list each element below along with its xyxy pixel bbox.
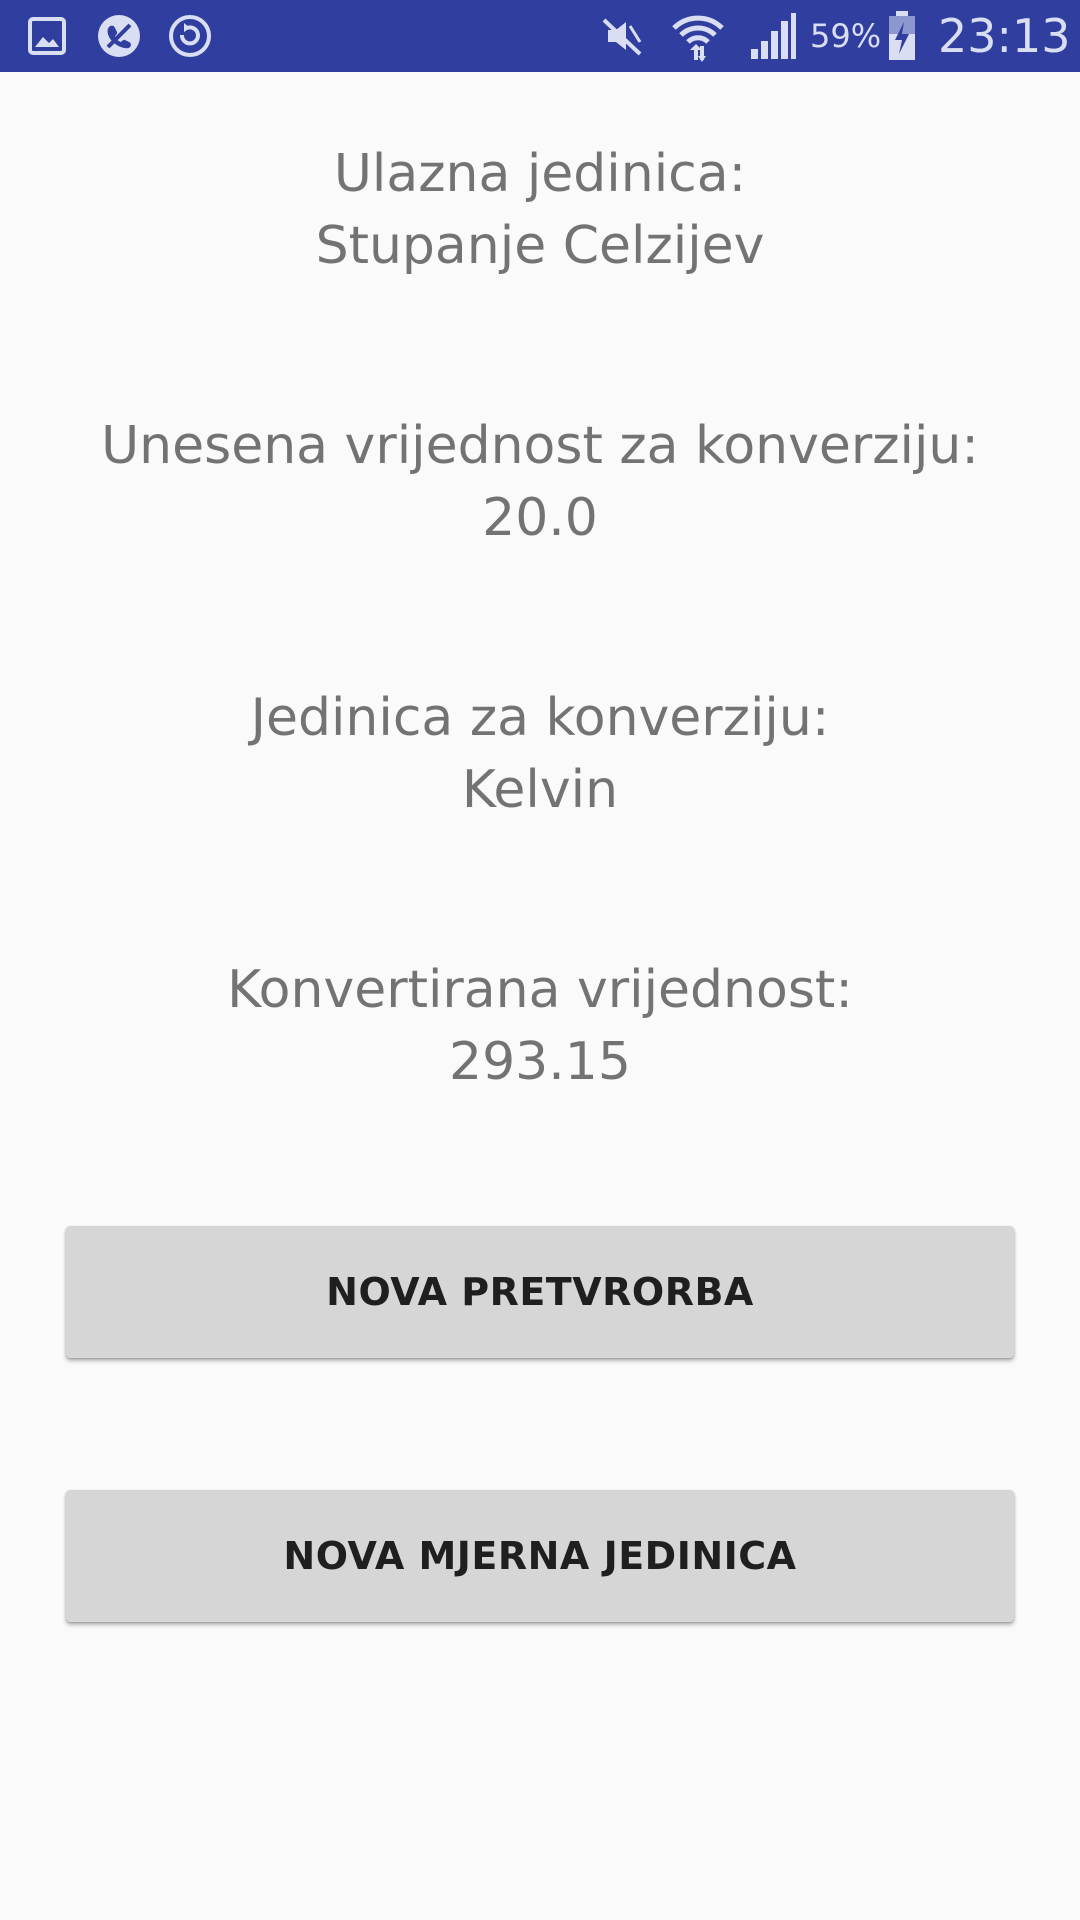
target-unit-value: Kelvin: [461, 760, 619, 820]
clock: 23:13: [938, 9, 1071, 63]
wifi-icon: [668, 0, 728, 72]
converted-value: 293.15: [449, 1032, 631, 1092]
status-bar: 59% 23:13: [0, 0, 1080, 72]
input-unit-value: Stupanje Celzijev: [315, 216, 765, 276]
new-unit-button[interactable]: NOVA MJERNA JEDINICA: [66, 1490, 1014, 1622]
gallery-icon: [22, 0, 72, 72]
target-unit-label: Jedinica za konverziju:: [250, 688, 830, 748]
target-unit-section: Jedinica za konverziju: Kelvin: [0, 682, 1080, 826]
entered-value-label: Unesena vrijednost za konverziju:: [101, 416, 979, 476]
sync-icon: [164, 0, 216, 72]
converted-value-label: Konvertirana vrijednost:: [227, 960, 853, 1020]
new-conversion-button[interactable]: NOVA PRETVRORBA: [66, 1226, 1014, 1358]
entered-value: 20.0: [482, 488, 598, 548]
blocked-call-icon: [93, 0, 145, 72]
converted-value-section: Konvertirana vrijednost: 293.15: [0, 954, 1080, 1098]
input-unit-label: Ulazna jedinica:: [333, 144, 747, 204]
conversion-result-screen: Ulazna jedinica: Stupanje Celzijev Unese…: [0, 72, 1080, 1920]
entered-value-section: Unesena vrijednost za konverziju: 20.0: [0, 410, 1080, 554]
signal-icon: [744, 0, 800, 72]
input-unit-section: Ulazna jedinica: Stupanje Celzijev: [0, 138, 1080, 282]
mute-icon: [596, 0, 648, 72]
battery-charging-icon: [884, 0, 920, 72]
battery-percent: 59%: [810, 17, 882, 55]
